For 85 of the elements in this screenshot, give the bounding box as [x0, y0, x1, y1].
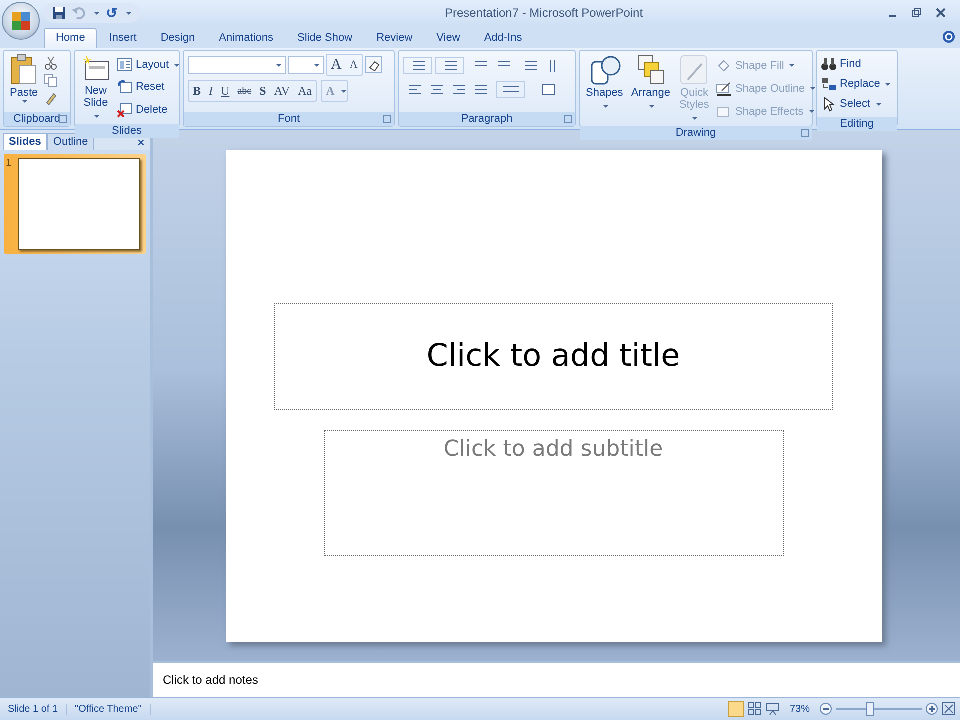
- slide-count: Slide 1 of 1: [0, 704, 68, 714]
- caret-icon: [602, 105, 609, 108]
- scissors-icon[interactable]: [44, 56, 58, 70]
- paintbrush-icon: [678, 54, 710, 86]
- restore-icon[interactable]: [912, 8, 922, 18]
- group-label: Editing: [817, 117, 897, 131]
- caret-icon: [648, 105, 655, 108]
- reset-icon: [117, 79, 133, 96]
- caret-icon: [126, 12, 132, 14]
- shrink-font-button[interactable]: A: [346, 55, 362, 75]
- select-button[interactable]: Select: [821, 94, 892, 114]
- bold-button[interactable]: B: [189, 81, 206, 101]
- new-slide-button[interactable]: New Slide: [79, 54, 113, 121]
- find-button[interactable]: Find: [821, 54, 892, 74]
- group-label: Slides: [75, 124, 179, 138]
- shapes-icon: [588, 54, 621, 86]
- office-button[interactable]: [2, 2, 40, 40]
- group-label: Drawing: [580, 126, 812, 140]
- caret-icon: [314, 64, 320, 66]
- format-painter-icon[interactable]: [44, 92, 58, 107]
- plus-icon: [929, 706, 935, 712]
- caret-icon: [22, 100, 28, 103]
- font-size-field[interactable]: [288, 56, 324, 74]
- binoculars-icon: [821, 56, 837, 72]
- minus-icon: [823, 708, 829, 710]
- clear-formatting-icon[interactable]: [364, 56, 383, 74]
- ribbon-tab[interactable]: Design: [148, 28, 208, 48]
- delete-button[interactable]: Delete: [117, 100, 180, 120]
- layout-button[interactable]: Layout: [117, 55, 180, 76]
- title-placeholder[interactable]: Click to add title: [274, 302, 833, 410]
- slide-sorter-icon[interactable]: [748, 702, 762, 716]
- redo-button[interactable]: ↺: [106, 5, 118, 21]
- caret-icon: [94, 115, 100, 118]
- caret-icon: [340, 90, 347, 92]
- ribbon-tab[interactable]: Home: [44, 28, 98, 48]
- slide-thumbnail-row[interactable]: 1: [4, 154, 146, 254]
- caret-icon: [789, 64, 796, 67]
- layout-icon: [117, 57, 133, 74]
- group-label: Font: [184, 112, 394, 126]
- reset-button[interactable]: Reset: [117, 77, 180, 98]
- caret-icon: [94, 12, 100, 14]
- copy-icon[interactable]: [44, 74, 58, 88]
- paint-bucket-icon: [716, 58, 732, 74]
- office-logo-icon: [10, 10, 32, 32]
- pane-tab[interactable]: Slides: [3, 133, 48, 150]
- ribbon-tab[interactable]: Animations: [207, 28, 286, 48]
- window-title: Presentation7 - Microsoft PowerPoint: [444, 6, 644, 20]
- caret-icon: [692, 117, 698, 120]
- zoom-level[interactable]: 73%: [784, 704, 816, 714]
- slide-number: 1: [6, 158, 12, 171]
- strike-button[interactable]: abc: [234, 81, 256, 101]
- replace-button[interactable]: Replace: [821, 74, 892, 94]
- subtitle-placeholder[interactable]: Click to add subtitle: [324, 430, 784, 556]
- close-icon[interactable]: [936, 8, 946, 18]
- group-label: Paragraph: [399, 112, 575, 126]
- ribbon-tab[interactable]: View: [424, 28, 472, 48]
- replace-icon: [821, 76, 837, 92]
- arrange-button[interactable]: Arrange: [629, 54, 672, 123]
- pen-outline-icon: [716, 80, 732, 96]
- italic-button[interactable]: I: [205, 81, 218, 101]
- ribbon-tab[interactable]: Slide Show: [286, 28, 365, 48]
- theme-name: "Office Theme": [67, 704, 151, 714]
- font-name-field[interactable]: [188, 56, 286, 74]
- underline-button[interactable]: U: [217, 81, 234, 101]
- shapes-button[interactable]: Shapes: [584, 54, 626, 123]
- paste-button[interactable]: Paste: [8, 54, 40, 109]
- caret-icon: [276, 64, 282, 66]
- clipboard-icon: [10, 54, 38, 86]
- case-button[interactable]: Aa: [294, 81, 316, 101]
- help-icon[interactable]: [942, 30, 956, 44]
- close-pane-button[interactable]: ×: [132, 135, 150, 150]
- zoom-out-button[interactable]: [820, 703, 832, 715]
- grow-font-button[interactable]: A: [327, 55, 346, 75]
- ribbon-tab[interactable]: Review: [364, 28, 425, 48]
- zoom-slider-thumb[interactable]: [866, 702, 874, 716]
- shadow-button[interactable]: S: [256, 81, 270, 101]
- delete-icon: [117, 102, 133, 118]
- group-label: Clipboard: [4, 112, 70, 126]
- fit-to-window-icon[interactable]: [942, 702, 956, 716]
- zoom-in-button[interactable]: [926, 703, 938, 715]
- save-icon[interactable]: [52, 6, 66, 20]
- spacing-button[interactable]: AV: [270, 81, 294, 101]
- ribbon-tab[interactable]: Insert: [97, 28, 149, 48]
- projector-screen-icon[interactable]: [766, 702, 780, 716]
- ribbon-tab[interactable]: Add-Ins: [472, 28, 534, 48]
